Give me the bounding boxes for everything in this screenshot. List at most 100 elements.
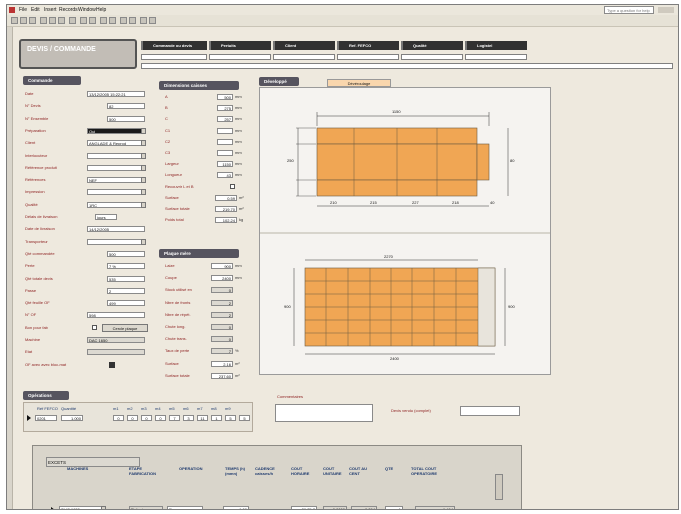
preview-icon[interactable] <box>29 17 36 24</box>
commande-field-6[interactable] <box>87 164 145 171</box>
commande-dropdown-12[interactable] <box>141 238 146 245</box>
ops-cell-9[interactable]: 5 <box>239 415 250 421</box>
dim-field-3[interactable] <box>217 127 233 134</box>
qte-field[interactable]: 1 <box>385 506 403 509</box>
tab-client[interactable]: Client <box>273 41 335 50</box>
tab-qualite[interactable]: Qualité <box>401 41 463 50</box>
window-controls-icon[interactable] <box>658 7 674 13</box>
tab-commande[interactable]: Commande ou devis <box>141 41 207 50</box>
nav-select-5[interactable] <box>401 54 463 60</box>
machine-dropdown[interactable] <box>101 506 106 509</box>
delete-record-icon[interactable] <box>129 17 136 24</box>
ops-cell-2[interactable]: 0 <box>141 415 152 421</box>
nav-select-1[interactable] <box>141 54 207 60</box>
ops-cell-8[interactable]: 5 <box>225 415 236 421</box>
cout-unitaire-field[interactable]: 0,0000 <box>323 506 347 509</box>
commande-field-18[interactable]: 598 <box>87 312 145 319</box>
help-search-input[interactable]: Type a question for help <box>604 6 654 14</box>
dim-field-5[interactable] <box>217 150 233 156</box>
plaque-field-4[interactable]: 2 <box>211 311 233 318</box>
tab-logistel[interactable]: Logistel <box>465 41 527 50</box>
dim-field-0[interactable]: 500 <box>217 94 233 100</box>
tab-fefco[interactable]: Ref. FEFCO <box>337 41 399 50</box>
machine-field[interactable]: SLIC 1650 <box>59 506 105 509</box>
plaque-field-6[interactable]: 0 <box>211 336 233 343</box>
plaque-field-3[interactable]: 2 <box>211 299 233 306</box>
nav-record-bar[interactable] <box>141 63 673 69</box>
sort-asc-icon[interactable] <box>80 17 87 24</box>
commande-field-0[interactable]: 13/12/2005 15:22:21 <box>87 91 145 97</box>
bon-checkbox[interactable] <box>92 324 97 330</box>
dim-field-4[interactable] <box>217 138 233 145</box>
commande-field-3[interactable]: Oui <box>87 127 145 134</box>
undo-icon[interactable] <box>69 17 76 24</box>
plaque-field-9[interactable]: 237,60 <box>211 372 233 379</box>
total-field[interactable]: 1,464 <box>415 506 455 509</box>
dim-field-7[interactable]: 43 <box>217 172 233 179</box>
find-icon[interactable] <box>109 17 116 24</box>
commande-field-16[interactable]: 2 <box>107 287 145 294</box>
dim-field-1[interactable]: 275 <box>217 105 233 112</box>
filter-icon[interactable] <box>100 17 107 24</box>
ops-cell-0[interactable]: 0 <box>113 415 124 421</box>
commande-field-11[interactable]: 14/12/2005 <box>87 226 145 233</box>
commande-field-14[interactable]: 7 % <box>107 263 145 270</box>
print-of-icon[interactable] <box>109 361 115 368</box>
commande-dropdown-8[interactable] <box>141 189 146 196</box>
ops-cell-5[interactable]: 3 <box>183 415 194 421</box>
menu-records[interactable]: Records <box>59 7 78 13</box>
tab-pertuits[interactable]: Pertuits <box>209 41 271 50</box>
database-icon[interactable] <box>140 17 147 24</box>
commande-field-8[interactable] <box>87 189 145 196</box>
help-icon[interactable] <box>149 17 156 24</box>
commande-field-15[interactable]: 535 <box>107 275 145 282</box>
ops-cell-1[interactable]: 0 <box>127 415 138 421</box>
vente-input[interactable] <box>460 406 520 416</box>
menu-insert[interactable]: Insert <box>44 7 57 13</box>
paste-icon[interactable] <box>58 17 65 24</box>
commentaires-input[interactable] <box>275 404 373 422</box>
commande-field-1[interactable]: 82 <box>107 103 145 110</box>
ops-cell-3[interactable]: 0 <box>155 415 166 421</box>
etape-field[interactable]: Refente <box>129 506 163 509</box>
menu-file[interactable]: File <box>19 7 27 13</box>
dim-field-6[interactable]: 1150 <box>217 161 233 168</box>
nav-select-4[interactable] <box>337 54 399 60</box>
commande-dropdown-3[interactable] <box>141 127 146 134</box>
ops-cell-7[interactable]: 1 <box>211 415 222 421</box>
dim-field-2[interactable]: 257 <box>217 116 233 123</box>
nav-select-6[interactable] <box>465 54 527 60</box>
record-selector-strip[interactable] <box>7 27 13 509</box>
cout-cent-field[interactable]: 0,264 <box>351 506 377 509</box>
commande-field-10[interactable]: jours <box>95 214 117 220</box>
commande-field-7[interactable]: NEF <box>87 177 145 184</box>
ops-cell-4[interactable]: 7 <box>169 415 180 421</box>
commande-dropdown-4[interactable] <box>141 140 146 147</box>
commande-dropdown-7[interactable] <box>141 177 146 184</box>
menu-edit[interactable]: Edit <box>31 7 40 13</box>
dim-field-9[interactable]: 0,59 <box>215 194 237 201</box>
nav-select-2[interactable] <box>209 54 271 60</box>
plaque-field-5[interactable]: 0 <box>211 324 233 330</box>
ops-qty-field[interactable]: 1,000 <box>61 415 83 421</box>
dim-field-10[interactable]: 219,70 <box>215 206 237 212</box>
machine-row-selector-icon[interactable] <box>51 507 55 509</box>
commande-dropdown-6[interactable] <box>141 164 146 171</box>
commande-field-5[interactable] <box>87 152 145 159</box>
new-record-icon[interactable] <box>120 17 127 24</box>
plaque-field-0[interactable]: 900 <box>211 263 233 269</box>
commande-field-9[interactable]: 1RC <box>87 201 145 208</box>
cercle-plaque-button[interactable]: Cercle plaque <box>102 323 148 332</box>
tab-deveroulage[interactable]: Dévéroulage <box>327 79 391 87</box>
commande-field-4[interactable]: ANGLADE & Reprod <box>87 140 145 147</box>
ops-row-selector-icon[interactable] <box>27 415 31 421</box>
plaque-field-1[interactable]: 2400 <box>211 275 233 282</box>
plaque-field-2[interactable]: 0 <box>211 287 233 294</box>
commande-field-17[interactable]: 499 <box>107 300 145 307</box>
ops-ref-field[interactable]: 0201 <box>35 415 57 421</box>
nav-select-3[interactable] <box>273 54 335 60</box>
cout-horaire-field[interactable]: 29,25 € <box>291 506 317 509</box>
commande-field-20[interactable]: DAC 1650 <box>87 337 145 343</box>
dim-field-11[interactable]: 102,24 <box>215 217 237 224</box>
menu-help[interactable]: Help <box>96 7 106 13</box>
